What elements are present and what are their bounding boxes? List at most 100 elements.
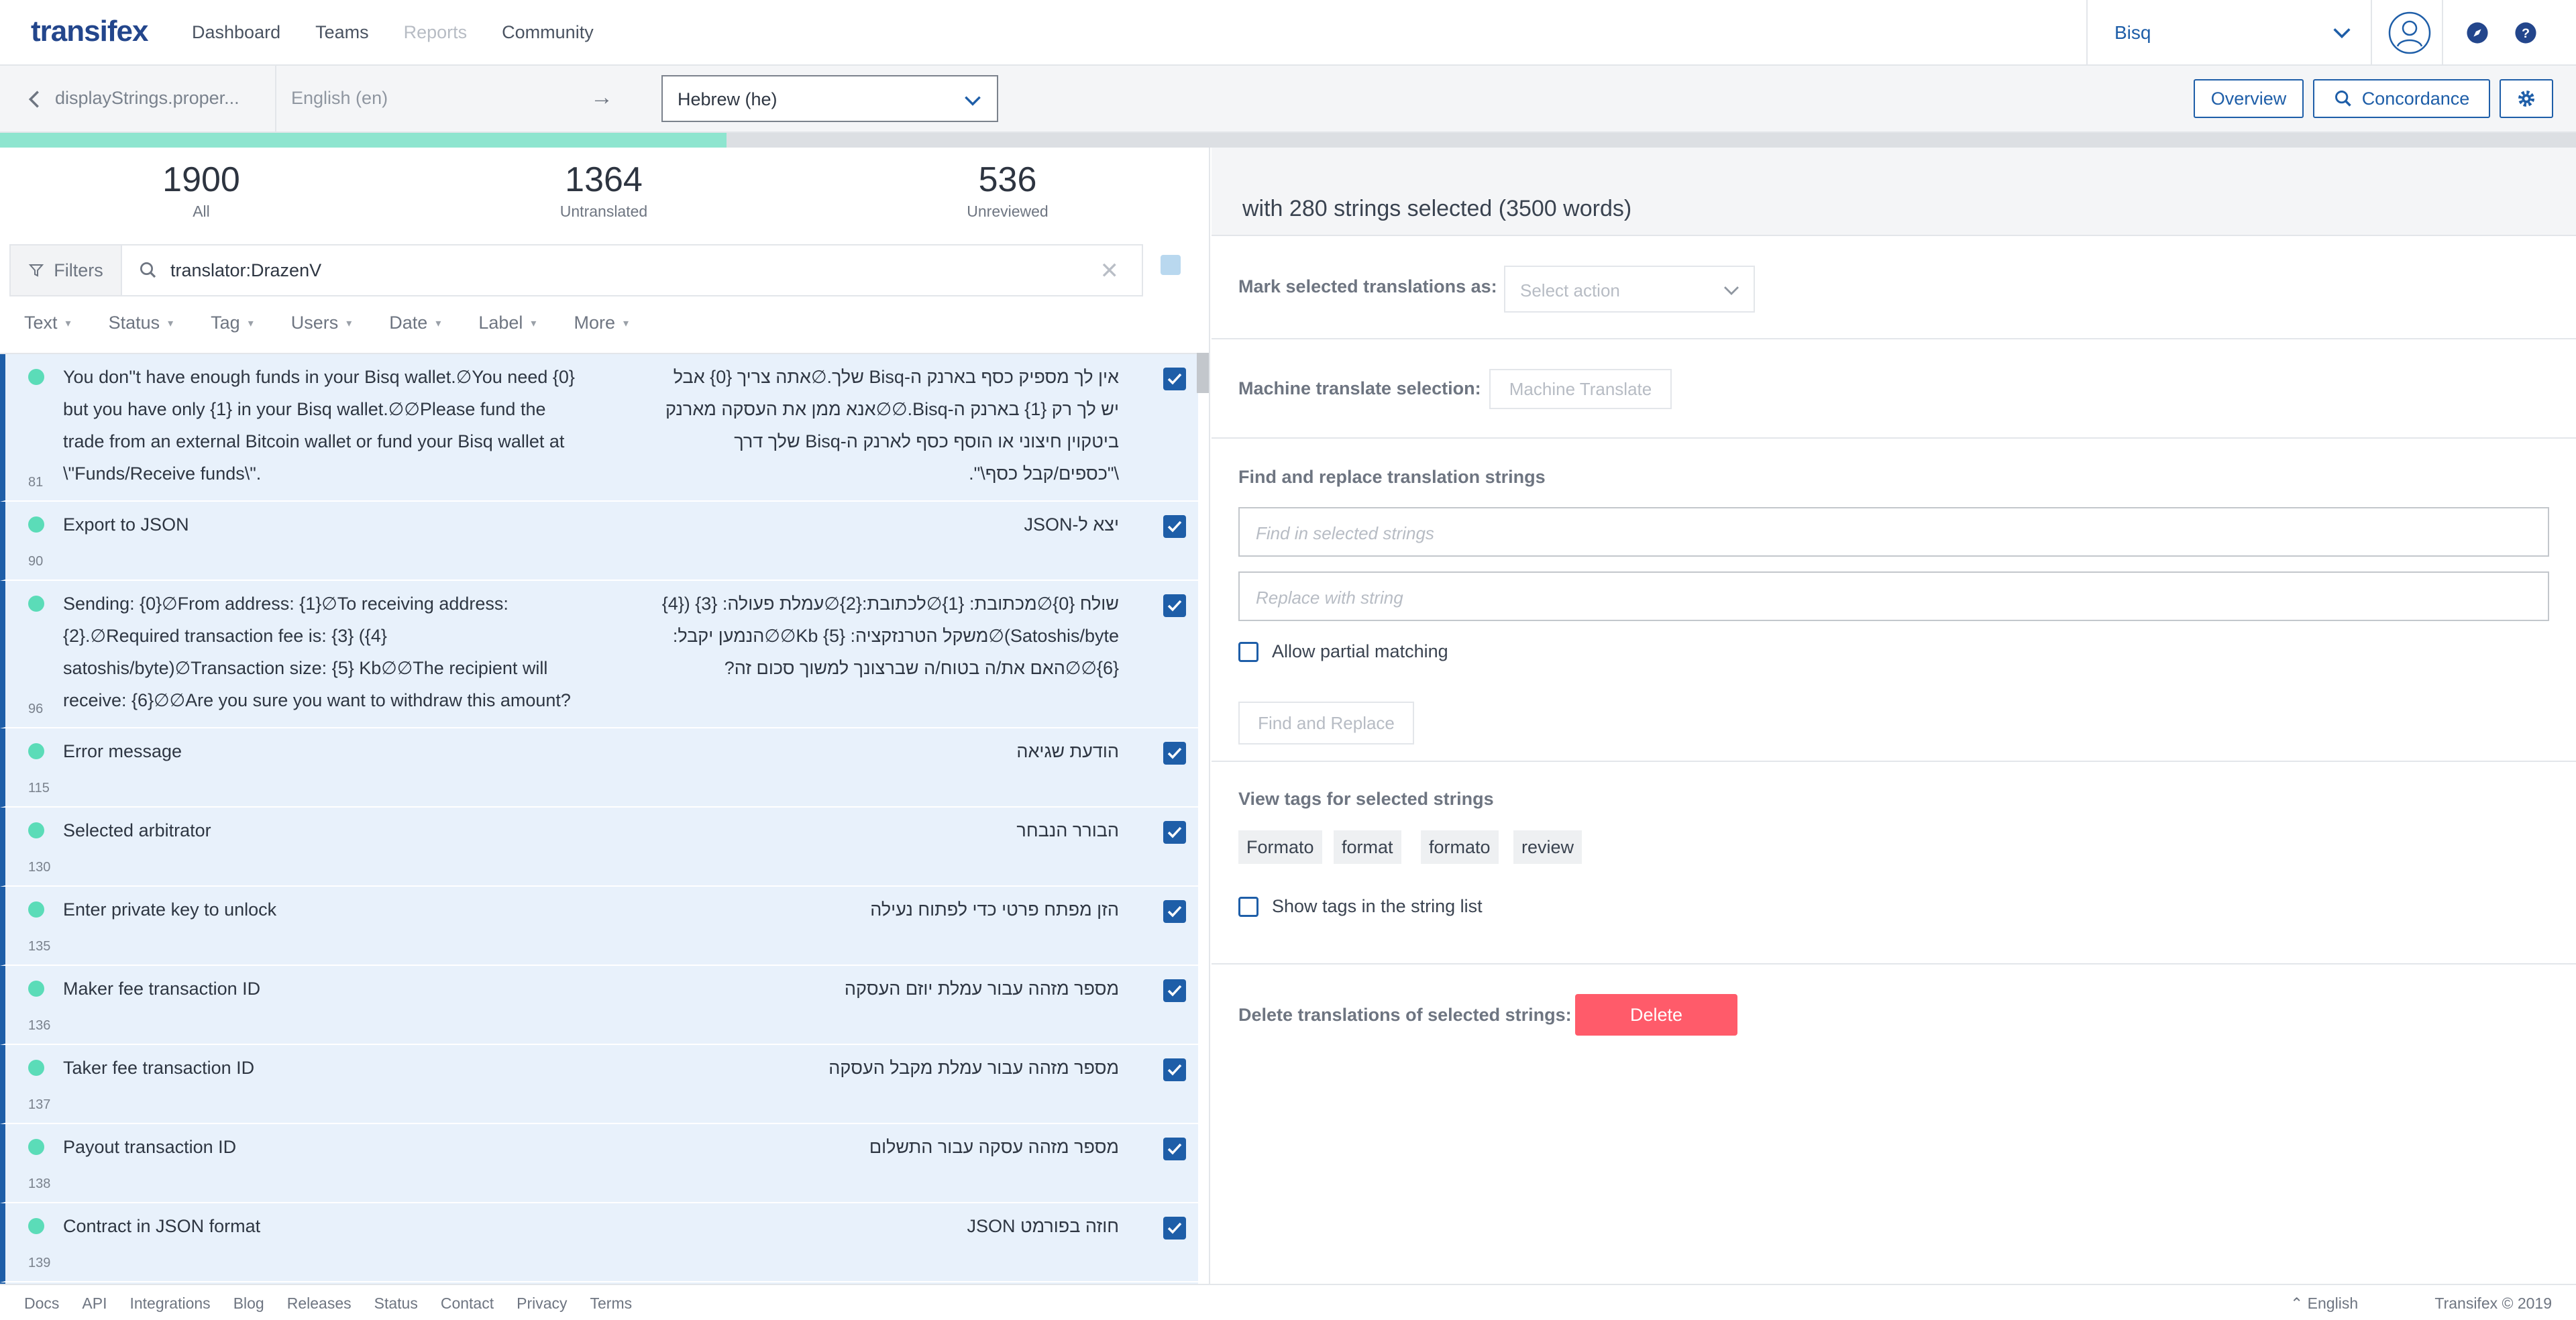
- row-checkbox[interactable]: [1163, 742, 1186, 765]
- tag-chip[interactable]: format: [1334, 830, 1401, 864]
- translation-line: שולח {0}∅מכתובת: {1}∅לכתובת:{2}∅עמלת פעו…: [661, 594, 1119, 614]
- mark-section: Mark selected translations as: Select ac…: [1212, 236, 2576, 339]
- gear-icon: [2518, 91, 2534, 107]
- stat-all[interactable]: 1900 All: [67, 160, 335, 221]
- facet-label: Users: [290, 313, 339, 333]
- show-tags-option[interactable]: Show tags in the string list: [1238, 896, 1483, 917]
- footer-link[interactable]: Integrations: [129, 1295, 210, 1313]
- back-chevron-icon[interactable]: [24, 88, 44, 111]
- string-row[interactable]: Selected arbitrator הבורר הנבחר 130: [0, 808, 1198, 887]
- show-tags-checkbox[interactable]: [1238, 896, 1258, 917]
- translation-line: מספר מזהה עבור עמלת יוזם העסקה: [844, 979, 1119, 999]
- concordance-button[interactable]: Concordance: [2313, 79, 2490, 118]
- source-string: You don''t have enough funds in your Bis…: [63, 361, 613, 490]
- delete-button[interactable]: Delete: [1575, 994, 1737, 1036]
- facet-users[interactable]: Users ▾: [291, 313, 352, 333]
- string-row[interactable]: You don''t have enough funds in your Bis…: [0, 354, 1198, 502]
- source-line: but you have only {1} in your Bisq walle…: [63, 399, 546, 419]
- source-line: Enter private key to unlock: [63, 899, 277, 920]
- footer-link[interactable]: API: [82, 1295, 107, 1313]
- help-icon[interactable]: ?: [2514, 21, 2537, 44]
- find-input[interactable]: Find in selected strings: [1238, 507, 2549, 557]
- tag-chip[interactable]: review: [1513, 830, 1582, 864]
- string-id: 135: [28, 939, 51, 954]
- footer-language-selector[interactable]: ⌃ English: [2290, 1295, 2358, 1313]
- footer-link[interactable]: Docs: [24, 1295, 59, 1313]
- string-row[interactable]: Contract in JSON format חוזה בפורמט JSON 1…: [0, 1203, 1198, 1282]
- row-checkbox[interactable]: [1163, 1217, 1186, 1240]
- facet-status[interactable]: Status ▾: [109, 313, 174, 333]
- target-language-select[interactable]: Hebrew (he): [661, 75, 998, 122]
- row-checkbox[interactable]: [1163, 1138, 1186, 1160]
- string-row[interactable]: Maker fee transaction ID מספר מזהה עבור ע…: [0, 966, 1198, 1045]
- toolbar-divider: [275, 66, 276, 133]
- facet-more[interactable]: More ▾: [574, 313, 629, 333]
- replace-input[interactable]: Replace with string: [1238, 571, 2549, 621]
- string-row[interactable]: Export to JSON יצא ל-JSON 90: [0, 502, 1198, 581]
- facet-text[interactable]: Text ▾: [24, 313, 71, 333]
- compass-icon[interactable]: [2466, 21, 2489, 44]
- nav-community[interactable]: Community: [502, 22, 594, 43]
- footer-link[interactable]: Releases: [287, 1295, 352, 1313]
- resource-file-name[interactable]: displayStrings.proper...: [55, 88, 239, 109]
- allow-partial-option[interactable]: Allow partial matching: [1238, 641, 1448, 662]
- tag-chip[interactable]: Formato: [1238, 830, 1322, 864]
- stat-unreviewed[interactable]: 536 Unreviewed: [873, 160, 1142, 221]
- chevron-down-icon: [2333, 28, 2351, 39]
- string-row[interactable]: Sending: {0}∅From address: {1}∅To receiv…: [0, 581, 1198, 728]
- row-checkbox[interactable]: [1163, 594, 1186, 617]
- clear-search-icon[interactable]: ✕: [1100, 258, 1120, 284]
- footer-link[interactable]: Status: [374, 1295, 418, 1313]
- search-icon: [140, 262, 156, 278]
- row-checkbox[interactable]: [1163, 368, 1186, 390]
- nav-reports[interactable]: Reports: [404, 22, 468, 43]
- allow-partial-checkbox[interactable]: [1238, 641, 1258, 662]
- string-row[interactable]: Error message הודעת שגיאה 115: [0, 728, 1198, 808]
- facet-label: Status: [108, 313, 160, 333]
- footer-link[interactable]: Terms: [590, 1295, 633, 1313]
- translation-line: אין לך מספיק כסף בארנק ה-Bisq שלך.∅אתה צ…: [673, 367, 1119, 387]
- facet-label[interactable]: Label ▾: [478, 313, 536, 333]
- settings-button[interactable]: [2500, 79, 2553, 118]
- transifex-logo[interactable]: transifex: [31, 15, 148, 48]
- list-scrollbar[interactable]: [1197, 353, 1209, 393]
- row-checkbox[interactable]: [1163, 900, 1186, 923]
- translation-string: שולח {0}∅מכתובת: {1}∅לכתובת:{2}∅עמלת פעו…: [569, 588, 1119, 684]
- facet-date[interactable]: Date ▾: [389, 313, 441, 333]
- nav-dashboard[interactable]: Dashboard: [192, 22, 280, 43]
- translation-line: ביטקוין חיצוני או הוסף כסף לארנק ה-Bisq …: [734, 431, 1119, 451]
- check-icon: [1167, 985, 1182, 997]
- select-action-dropdown[interactable]: Select action: [1504, 266, 1755, 313]
- find-replace-button[interactable]: Find and Replace: [1238, 702, 1414, 745]
- string-row[interactable]: Payout transaction ID מספר מזהה עסקה עבור…: [0, 1124, 1198, 1203]
- stat-untranslated[interactable]: 1364 Untranslated: [470, 160, 738, 221]
- source-line: You don''t have enough funds in your Bis…: [63, 367, 575, 387]
- organization-selector[interactable]: Bisq: [2086, 0, 2371, 66]
- source-line: trade from an external Bitcoin wallet or…: [63, 431, 565, 451]
- concordance-label: Concordance: [2361, 88, 2470, 109]
- translation-string: מספר מזהה עסקה עבור התשלום: [569, 1131, 1119, 1163]
- select-all-checkbox[interactable]: [1161, 255, 1181, 275]
- footer-link[interactable]: Blog: [233, 1295, 264, 1313]
- row-checkbox[interactable]: [1163, 1058, 1186, 1081]
- overview-button[interactable]: Overview: [2194, 79, 2304, 118]
- footer-link[interactable]: Contact: [441, 1295, 494, 1313]
- facet-tag[interactable]: Tag ▾: [211, 313, 254, 333]
- row-checkbox[interactable]: [1163, 821, 1186, 844]
- translation-line: יצא ל-JSON: [1024, 514, 1120, 535]
- user-menu[interactable]: [2371, 0, 2443, 66]
- footer-link[interactable]: Privacy: [517, 1295, 567, 1313]
- nav-teams[interactable]: Teams: [315, 22, 369, 43]
- replace-placeholder: Replace with string: [1256, 588, 1403, 608]
- row-checkbox[interactable]: [1163, 979, 1186, 1002]
- string-row[interactable]: Enter private key to unlock הזן מפתח פרטי…: [0, 887, 1198, 966]
- filters-button[interactable]: Filters: [11, 245, 122, 295]
- check-icon: [1167, 905, 1182, 918]
- machine-translate-button[interactable]: Machine Translate: [1489, 369, 1672, 409]
- row-checkbox[interactable]: [1163, 515, 1186, 538]
- string-row[interactable]: Taker fee transaction ID מספר מזהה עבור ע…: [0, 1045, 1198, 1124]
- search-input[interactable]: translator:DrazenV: [170, 260, 321, 281]
- tag-chip[interactable]: formato: [1421, 830, 1499, 864]
- selection-header: with 280 strings selected (3500 words): [1212, 148, 2576, 236]
- string-id: 81: [28, 475, 44, 490]
